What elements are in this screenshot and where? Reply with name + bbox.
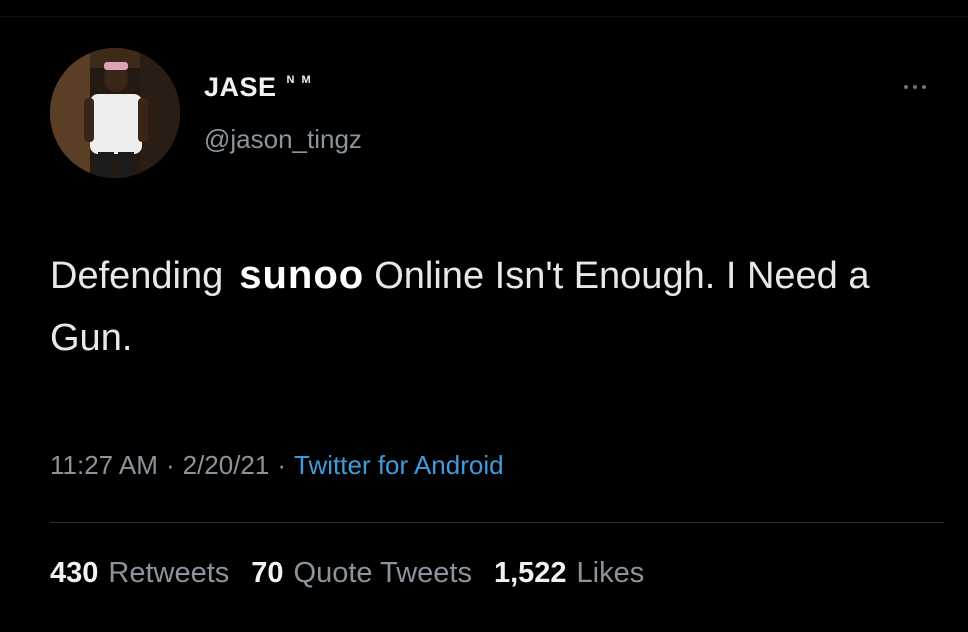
tweet-text-highlight: sunoo (239, 253, 365, 297)
likes-stat[interactable]: 1,522 Likes (494, 557, 644, 590)
avatar[interactable] (50, 48, 180, 178)
top-divider (0, 16, 968, 17)
user-name-row[interactable]: JASE N M (204, 72, 313, 103)
quote-tweets-label: Quote Tweets (293, 557, 472, 589)
more-horizontal-icon[interactable] (904, 82, 940, 92)
tweet-stats: 430 Retweets 70 Quote Tweets 1,522 Likes (50, 557, 644, 590)
retweets-count: 430 (50, 557, 99, 589)
user-handle[interactable]: @jason_tingz (204, 124, 362, 155)
tweet-source-link[interactable]: Twitter for Android (294, 450, 504, 481)
likes-label: Likes (576, 557, 645, 589)
display-name[interactable]: JASE (204, 72, 277, 103)
retweets-stat[interactable]: 430 Retweets (50, 557, 229, 590)
tweet-text: Defending sunoo Online Isn't Enough. I Nee… (50, 244, 910, 369)
tweet-date[interactable]: 2/20/21 (183, 450, 270, 481)
likes-count: 1,522 (493, 557, 567, 589)
display-name-suffix: N M (286, 74, 313, 86)
avatar-photo (50, 48, 180, 178)
quote-tweets-count: 70 (251, 557, 284, 589)
meta-separator: · (165, 450, 175, 480)
tweet-meta: 11:27 AM · 2/20/21 · Twitter for Android (50, 450, 504, 481)
tweet-time[interactable]: 11:27 AM (50, 450, 158, 481)
dot (913, 85, 917, 89)
quote-tweets-stat[interactable]: 70 Quote Tweets (251, 557, 472, 590)
dot (904, 85, 908, 89)
meta-separator: · (277, 450, 287, 480)
retweets-label: Retweets (108, 557, 230, 589)
dot (922, 85, 926, 89)
stats-divider (50, 522, 944, 523)
tweet-text-before: Defending (50, 255, 224, 297)
